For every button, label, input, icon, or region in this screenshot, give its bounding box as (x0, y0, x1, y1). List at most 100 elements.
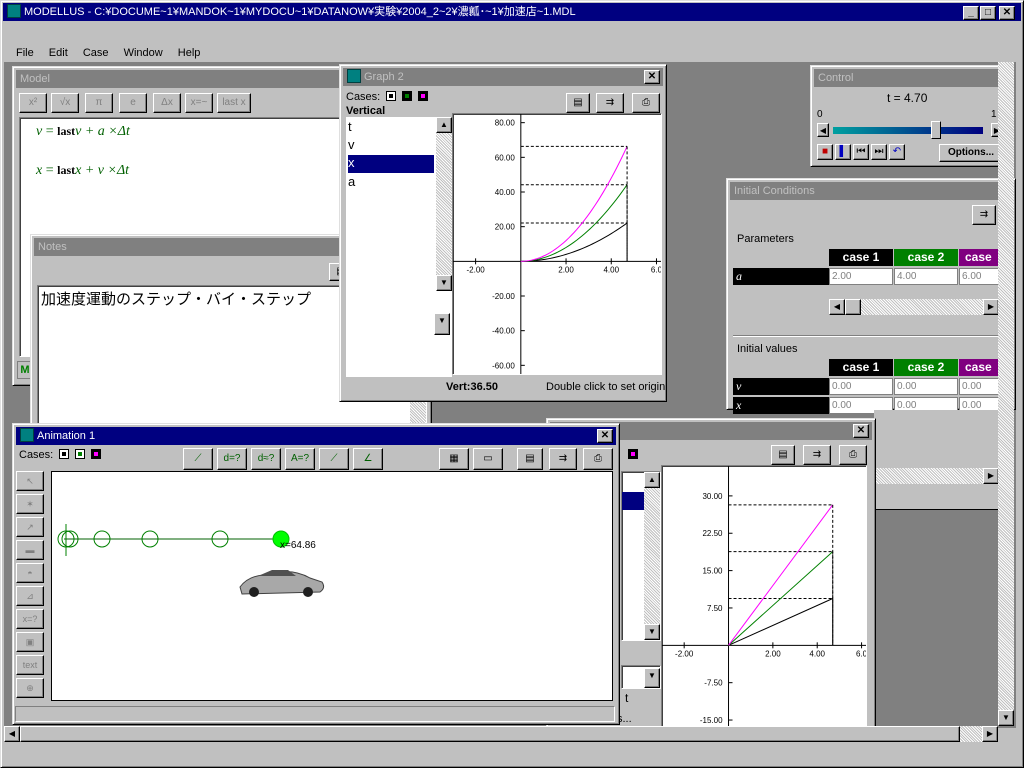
graph1-case3-checkbox[interactable] (628, 449, 638, 459)
particle-tool-icon[interactable]: ✶ (16, 494, 44, 514)
anim-copy-icon[interactable]: ▤ (517, 448, 543, 470)
param-a-case2[interactable]: 4.00 (894, 268, 958, 285)
last-button[interactable]: last x (217, 93, 251, 113)
ic-titlebar[interactable]: Initial Conditions (730, 182, 1012, 200)
anim-angle-tool[interactable]: ∠ (353, 448, 383, 470)
var-v[interactable]: v (348, 137, 434, 153)
delta-button[interactable]: Δx (153, 93, 181, 113)
text-tool-icon[interactable]: text (16, 655, 44, 675)
stop-button[interactable]: ■ (817, 144, 833, 160)
anim-print-icon[interactable]: ⎙ (583, 448, 613, 470)
step-button[interactable]: ⏭ (871, 144, 887, 160)
time-slider-track[interactable] (833, 127, 983, 134)
square-button[interactable]: x² (19, 93, 47, 113)
graph2-dropdown-button[interactable]: ▼ (434, 313, 450, 335)
graph2-copy-icon[interactable]: ▤ (566, 93, 590, 113)
graph1-print-icon[interactable]: ⎙ (839, 445, 867, 465)
anim-distance-tool[interactable]: d=? (217, 448, 247, 470)
mdi-hscroll-thumb[interactable] (20, 726, 960, 742)
graph2-plot[interactable]: 80.00 60.00 40.00 20.00 -20.00 -40.00 -60.00 -2… (452, 113, 662, 375)
graph1-copy-icon[interactable]: ▤ (771, 445, 795, 465)
play-button[interactable]: ▌ (835, 144, 851, 160)
case1-checkbox[interactable] (386, 91, 397, 101)
vector-tool-icon[interactable]: ↗ (16, 517, 44, 537)
mdi-hscroll-right[interactable]: ▶ (982, 726, 998, 742)
anim-slope-tool[interactable]: ⟋ (319, 448, 349, 470)
slider-left[interactable]: ◀ (817, 123, 829, 137)
graph2-export-icon[interactable]: ⇉ (596, 93, 624, 113)
close-button[interactable]: ✕ (999, 6, 1015, 20)
menu-edit[interactable]: Edit (49, 47, 68, 59)
pi-button[interactable]: π (85, 93, 113, 113)
case3-checkbox[interactable] (418, 91, 429, 101)
graph1-var-scroll-down[interactable]: ▼ (644, 624, 660, 640)
main-titlebar[interactable]: MODELLUS - C:¥DOCUME~1¥MANDOK~1¥MYDOCU~1… (3, 3, 1021, 21)
menu-window[interactable]: Window (124, 47, 163, 59)
graph1-export-icon[interactable]: ⇉ (803, 445, 831, 465)
menu-case[interactable]: Case (83, 47, 109, 59)
graph2-print-icon[interactable]: ⎙ (632, 93, 660, 113)
animation-titlebar[interactable]: Animation 1 (16, 427, 616, 445)
param-hscroll-left[interactable]: ◀ (829, 299, 845, 315)
coordinate-tool-icon[interactable]: ⊕ (16, 678, 44, 698)
graph1-selected-var[interactable] (622, 492, 644, 510)
anim-case1-checkbox[interactable] (59, 449, 70, 459)
arrow-tool-icon[interactable]: ↖ (16, 471, 44, 491)
var-scroll-up[interactable]: ▲ (436, 117, 452, 133)
model-titlebar[interactable]: Model (16, 70, 348, 88)
param-hscroll-thumb[interactable] (845, 299, 861, 315)
options-button[interactable]: Options... (939, 144, 1003, 162)
ic-lower-hscroll[interactable] (874, 468, 1000, 484)
case2-checkbox[interactable] (402, 91, 413, 101)
mdi-hscroll-left[interactable]: ◀ (4, 726, 20, 742)
graph2-close-button[interactable]: ✕ (644, 70, 660, 84)
gauge-tool-icon[interactable]: ◓ (16, 563, 44, 583)
var-t[interactable]: t (348, 119, 434, 135)
param-hscroll-right[interactable]: ▶ (983, 299, 999, 315)
variable-list[interactable]: t v x a ▲ ▼ (346, 117, 452, 377)
graph1-var-scroll-up[interactable]: ▲ (644, 472, 660, 488)
anim-path-tool[interactable]: d≈? (251, 448, 281, 470)
graph1-dropdown[interactable]: ▼ (644, 668, 660, 688)
param-a-case1[interactable]: 2.00 (829, 268, 893, 285)
maximize-button[interactable]: □ (980, 6, 996, 20)
image-tool-icon[interactable]: ▣ (16, 632, 44, 652)
anim-grid-icon[interactable]: ▦ (439, 448, 469, 470)
graph1-plot[interactable]: 30.00 22.50 15.00 7.50 -7.50 -15.00 -2.00 2.00 4… (661, 465, 867, 731)
minimize-button[interactable]: _ (963, 6, 979, 20)
var-a[interactable]: a (348, 174, 434, 190)
anim-area-tool[interactable]: A=? (285, 448, 315, 470)
animation-canvas[interactable]: x=64.86 (51, 471, 613, 701)
animation-close-button[interactable]: ✕ (597, 429, 613, 443)
control-titlebar[interactable]: Control (814, 69, 1006, 87)
plot-tool-icon[interactable]: ⊿ (16, 586, 44, 606)
e-button[interactable]: e (119, 93, 147, 113)
bar-tool-icon[interactable]: ▬ (16, 540, 44, 560)
anim-xy-plot-tool[interactable]: ⟋ (183, 448, 213, 470)
ic-lower-hscroll-right[interactable]: ▶ (983, 468, 999, 484)
anim-case3-checkbox[interactable] (91, 449, 102, 459)
mdi-vscroll-down[interactable]: ▼ (998, 710, 1014, 726)
ic-export-icon[interactable]: ⇉ (972, 205, 996, 225)
graph1-close-button[interactable]: ✕ (853, 424, 869, 438)
graph1-varbox[interactable]: ▼ (621, 665, 661, 689)
init-v-case2[interactable]: 0.00 (894, 378, 958, 395)
init-v-case1[interactable]: 0.00 (829, 378, 893, 395)
approx-button[interactable]: x=~ (185, 93, 213, 113)
menu-file[interactable]: File (16, 47, 34, 59)
replay-button[interactable]: ↶ (889, 144, 905, 160)
var-scrollbar[interactable] (436, 117, 452, 289)
var-scroll-down[interactable]: ▼ (436, 275, 452, 291)
time-slider-thumb[interactable] (931, 121, 941, 139)
car-image[interactable] (239, 570, 325, 597)
menu-help[interactable]: Help (178, 47, 201, 59)
mdi-vscroll[interactable] (998, 62, 1014, 726)
graph1-varlist[interactable]: ▲ ▼ (621, 471, 661, 641)
anim-export-icon[interactable]: ⇉ (549, 448, 577, 470)
graph1-var-scrollbar[interactable] (644, 472, 660, 640)
rewind-button[interactable]: ⏮ (853, 144, 869, 160)
graph2-titlebar[interactable]: Graph 2 (343, 68, 663, 86)
value-tool-icon[interactable]: x=? (16, 609, 44, 629)
var-x[interactable]: x (348, 155, 434, 173)
anim-background-icon[interactable]: ▭ (473, 448, 503, 470)
